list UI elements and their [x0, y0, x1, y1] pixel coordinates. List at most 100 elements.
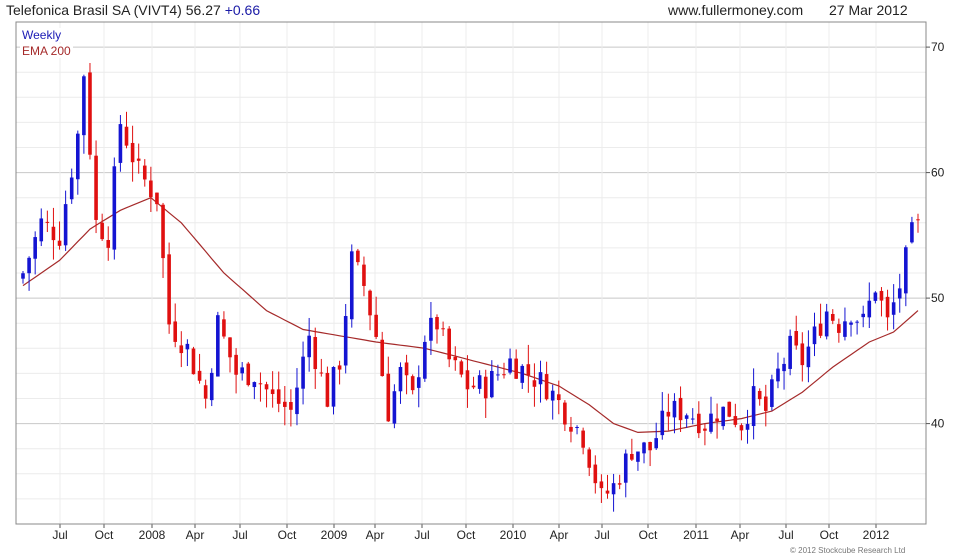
candle-body — [581, 430, 585, 448]
candle — [654, 422, 658, 450]
candle-body — [118, 124, 123, 163]
candle-body — [398, 366, 403, 392]
candle — [416, 365, 421, 408]
x-tick-label: Oct — [639, 528, 658, 542]
candle-body — [544, 374, 549, 400]
candle — [94, 140, 98, 234]
candle — [910, 216, 914, 244]
candle-body — [301, 356, 305, 389]
candle — [830, 309, 835, 325]
candle — [161, 202, 165, 278]
candle — [276, 371, 281, 413]
candle-body — [380, 339, 385, 377]
candle — [806, 330, 811, 383]
candle — [185, 339, 190, 367]
x-tick-label: Oct — [457, 528, 476, 542]
candle-body — [697, 413, 701, 434]
candle-body — [751, 386, 756, 427]
candle — [386, 356, 391, 422]
candle-body — [630, 453, 634, 460]
candle-body — [611, 483, 616, 495]
candle-body — [33, 237, 37, 259]
candle-body — [776, 368, 780, 382]
candle — [270, 371, 275, 408]
candle-body — [532, 380, 537, 387]
x-tick-label: Apr — [731, 528, 750, 542]
candle-body — [88, 72, 92, 155]
candle — [39, 208, 44, 247]
candle — [514, 349, 518, 379]
candle-body — [477, 375, 482, 389]
candle-body — [313, 337, 318, 370]
ema-200-path — [22, 197, 919, 434]
candle-body — [745, 424, 750, 430]
candle — [715, 403, 719, 439]
candle — [216, 311, 220, 377]
candle — [471, 376, 476, 390]
candle-body — [514, 358, 518, 379]
candle — [611, 473, 616, 512]
candle-body — [209, 372, 214, 401]
candle-body — [526, 364, 531, 376]
candle — [794, 315, 799, 350]
candle-body — [660, 410, 665, 436]
candle — [563, 400, 567, 432]
candle-body — [27, 257, 31, 274]
candle — [112, 157, 117, 260]
candle-body — [142, 165, 147, 180]
candle-body — [130, 142, 135, 163]
candle — [642, 441, 646, 464]
candle — [319, 358, 324, 377]
candle — [532, 363, 537, 407]
candle — [203, 379, 208, 409]
candle-body — [788, 335, 792, 369]
candle — [703, 423, 707, 446]
candle-body — [763, 396, 768, 411]
candle — [727, 401, 732, 418]
candle — [885, 289, 890, 331]
candle — [142, 159, 147, 187]
candle-body — [709, 413, 713, 432]
candle — [289, 389, 293, 427]
weekly-candles — [21, 62, 920, 512]
candle — [362, 256, 366, 297]
candle — [660, 392, 665, 440]
candle — [325, 366, 330, 408]
axes: Jul Oct 2008 Apr Jul Oct 2009 Apr Jul Oct 2010 Apr J… — [15, 21, 945, 542]
x-tick-label: Jul — [594, 528, 609, 542]
candle-body — [605, 490, 610, 494]
x-tick-label: 2009 — [321, 528, 348, 542]
candle-body — [550, 390, 555, 401]
candle-body — [112, 166, 117, 250]
candle-body — [203, 385, 208, 399]
candle — [75, 130, 80, 195]
candle-body — [234, 354, 238, 375]
candle — [234, 348, 238, 394]
candle — [51, 207, 56, 260]
candle-body — [672, 400, 677, 418]
candle — [222, 311, 226, 339]
x-tick-label: Oct — [278, 528, 297, 542]
candle-body — [410, 376, 415, 391]
candle-body — [483, 376, 488, 399]
candle — [587, 447, 592, 477]
candle-body — [429, 317, 433, 341]
candle-body — [252, 382, 257, 388]
candle-body — [337, 365, 342, 370]
candle-body — [343, 316, 348, 366]
candle — [697, 401, 701, 439]
candle-body — [910, 222, 914, 243]
candle-body — [246, 363, 251, 386]
candle-body — [21, 273, 25, 279]
candle-body — [563, 402, 567, 425]
candle-body — [173, 321, 178, 342]
candle — [788, 329, 792, 376]
candle — [307, 317, 311, 372]
candle — [429, 302, 433, 355]
candle-body — [386, 373, 391, 422]
candle-body — [867, 300, 872, 318]
candle — [191, 346, 196, 375]
candle — [155, 192, 159, 212]
candle-body — [283, 401, 287, 407]
x-tick-label: 2008 — [139, 528, 166, 542]
